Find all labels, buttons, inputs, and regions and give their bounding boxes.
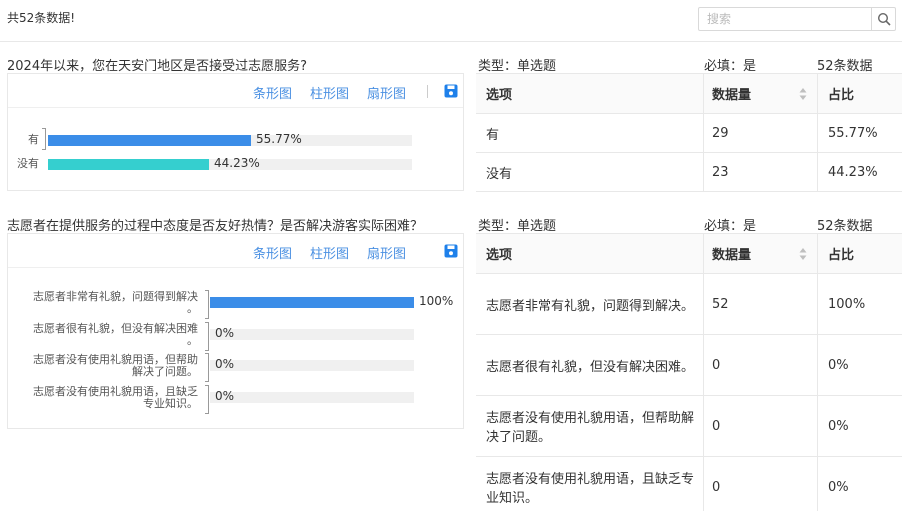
- question-required: 必填：是: [704, 219, 757, 234]
- bar-category-label: 志愿者很有礼貌，但没有解决困难。: [33, 321, 198, 347]
- bar-category-label: 志愿者非常有礼貌，问题得到解决。: [33, 291, 198, 315]
- chart-panel: 条形图 柱形图 扇形图 志愿者非常有礼貌，问题得到解决。 100% 志愿者很有礼貌，…: [7, 233, 464, 429]
- bar-value-label: 0%: [215, 357, 235, 371]
- row-count: 0: [704, 457, 818, 511]
- bar-category-line: 。: [187, 333, 198, 347]
- question-title: 2024年以来，您在天安门地区是否接受过志愿服务?: [7, 59, 307, 74]
- row-option: 志愿者没有使用礼貌用语，但帮助解决了问题。: [476, 396, 704, 456]
- row-option: 没有: [476, 153, 704, 191]
- question-title: 志愿者在提供服务的过程中态度是否友好热情？是否解决游客实际困难？: [7, 219, 424, 234]
- bar-track: [210, 391, 414, 403]
- chart-type-tabs: 条形图 柱形图 扇形图: [8, 234, 463, 268]
- bar-category-line: 志愿者很有礼貌，但没有解决困难: [33, 321, 198, 335]
- chart-panel: 条形图 柱形图 扇形图 有 55.77% 没有 44.23%: [7, 73, 464, 191]
- sort-icon[interactable]: [799, 247, 807, 261]
- row-ratio: 44.23%: [828, 164, 878, 180]
- col-option-header: 选项: [476, 234, 704, 273]
- col-count-label: 数据量: [712, 248, 752, 263]
- search-input[interactable]: [699, 8, 873, 30]
- bar: [210, 297, 414, 308]
- search-icon: [877, 12, 891, 26]
- bar-category-line: 志愿者非常有礼貌，问题得到解决: [33, 290, 198, 303]
- bar: [48, 135, 251, 146]
- bar-category-label: 志愿者没有使用礼貌用语，但帮助 解决了问题。: [33, 354, 198, 378]
- tab-bar-vertical[interactable]: 柱形图: [310, 243, 349, 262]
- table-row: 志愿者没有使用礼貌用语，但帮助解决了问题。 0 0%: [476, 396, 902, 457]
- col-option-header: 选项: [476, 74, 704, 113]
- bar-category-line: 专业知识。: [143, 396, 198, 410]
- top-bar: 共52条数据!: [0, 0, 902, 42]
- row-option: 志愿者很有礼貌，但没有解决困难。: [476, 335, 704, 395]
- bar: [48, 159, 209, 170]
- search-button[interactable]: [871, 8, 895, 30]
- row-option: 有: [476, 114, 704, 152]
- bar-axis-bracket: [42, 128, 46, 150]
- table-row: 没有 23 44.23%: [476, 153, 902, 192]
- stats-table: 选项 数据量 占比 有 29 55.77% 没有 23 44.23%: [476, 73, 902, 192]
- total-count: 共52条数据!: [7, 11, 76, 25]
- tab-bar-vertical[interactable]: 柱形图: [310, 83, 349, 102]
- tab-pie[interactable]: 扇形图: [367, 83, 406, 102]
- table-header-row: 选项 数据量 占比: [476, 234, 902, 274]
- row-ratio: 0%: [828, 357, 849, 373]
- save-icon[interactable]: [444, 244, 458, 258]
- col-ratio-header: 占比: [828, 248, 855, 263]
- bar-value-label: 55.77%: [256, 132, 302, 146]
- question-required: 必填：是: [704, 59, 757, 74]
- bar-track: [210, 328, 414, 340]
- question-type: 类型：单选题: [478, 219, 557, 234]
- row-count: 52: [704, 274, 818, 334]
- col-count-header[interactable]: 数据量: [704, 234, 818, 273]
- row-count: 29: [704, 114, 818, 152]
- bar-category-line: 。: [187, 302, 198, 315]
- row-ratio: 100%: [828, 296, 866, 312]
- table-header-row: 选项 数据量 占比: [476, 74, 902, 114]
- row-ratio: 55.77%: [828, 125, 878, 141]
- tab-bar-horizontal[interactable]: 条形图: [253, 83, 292, 102]
- row-option: 志愿者非常有礼貌，问题得到解决。: [476, 274, 704, 334]
- sort-icon[interactable]: [799, 87, 807, 101]
- row-count: 0: [704, 335, 818, 395]
- question-type: 类型：单选题: [478, 59, 557, 74]
- table-row: 志愿者非常有礼貌，问题得到解决。 52 100%: [476, 274, 902, 335]
- table-row: 志愿者没有使用礼貌用语，且缺乏专业知识。 0 0%: [476, 457, 902, 511]
- question-count: 52条数据: [817, 219, 873, 234]
- tab-divider: [427, 85, 428, 98]
- row-ratio: 0%: [828, 479, 849, 495]
- tab-pie[interactable]: 扇形图: [367, 243, 406, 262]
- bar-value-label: 44.23%: [213, 156, 260, 170]
- bar-value-label: 0%: [215, 388, 235, 403]
- bar-track: [48, 135, 412, 146]
- col-ratio-header: 占比: [828, 88, 855, 103]
- row-count: 23: [704, 153, 818, 191]
- table-row: 志愿者很有礼貌，但没有解决困难。 0 0%: [476, 335, 902, 396]
- stats-table: 选项 数据量 占比 志愿者非常有礼貌，问题得到解决。 52 100% 志愿者很有…: [476, 233, 902, 511]
- row-count: 0: [704, 396, 818, 456]
- bar-value-label: 100%: [419, 294, 454, 308]
- chart-type-tabs: 条形图 柱形图 扇形图: [8, 74, 463, 108]
- bar-axis-bracket: [205, 321, 209, 351]
- col-count-header[interactable]: 数据量: [704, 74, 818, 113]
- bar-category-line: 志愿者没有使用礼貌用语，且缺乏: [33, 384, 198, 398]
- row-ratio: 0%: [828, 418, 849, 434]
- bar-track: [210, 360, 414, 371]
- bar-value-label: 0%: [215, 325, 235, 340]
- bar-axis-bracket: [205, 290, 209, 319]
- bar-track: [210, 297, 414, 308]
- bar-axis-bracket: [205, 384, 209, 414]
- bar-category-label: 志愿者没有使用礼貌用语，且缺乏 专业知识。: [33, 384, 198, 410]
- tab-bar-horizontal[interactable]: 条形图: [253, 243, 292, 262]
- bar-category-label: 有: [28, 133, 39, 146]
- table-row: 有 29 55.77%: [476, 114, 902, 153]
- row-option: 志愿者没有使用礼貌用语，且缺乏专业知识。: [476, 457, 704, 511]
- search-box: [698, 7, 896, 31]
- bar-axis-bracket: [205, 353, 209, 382]
- bar-category-label: 没有: [17, 157, 39, 170]
- save-icon[interactable]: [444, 84, 458, 98]
- question-count: 52条数据: [817, 59, 873, 74]
- col-count-label: 数据量: [712, 88, 752, 103]
- bar-category-line: 解决了问题。: [132, 365, 198, 378]
